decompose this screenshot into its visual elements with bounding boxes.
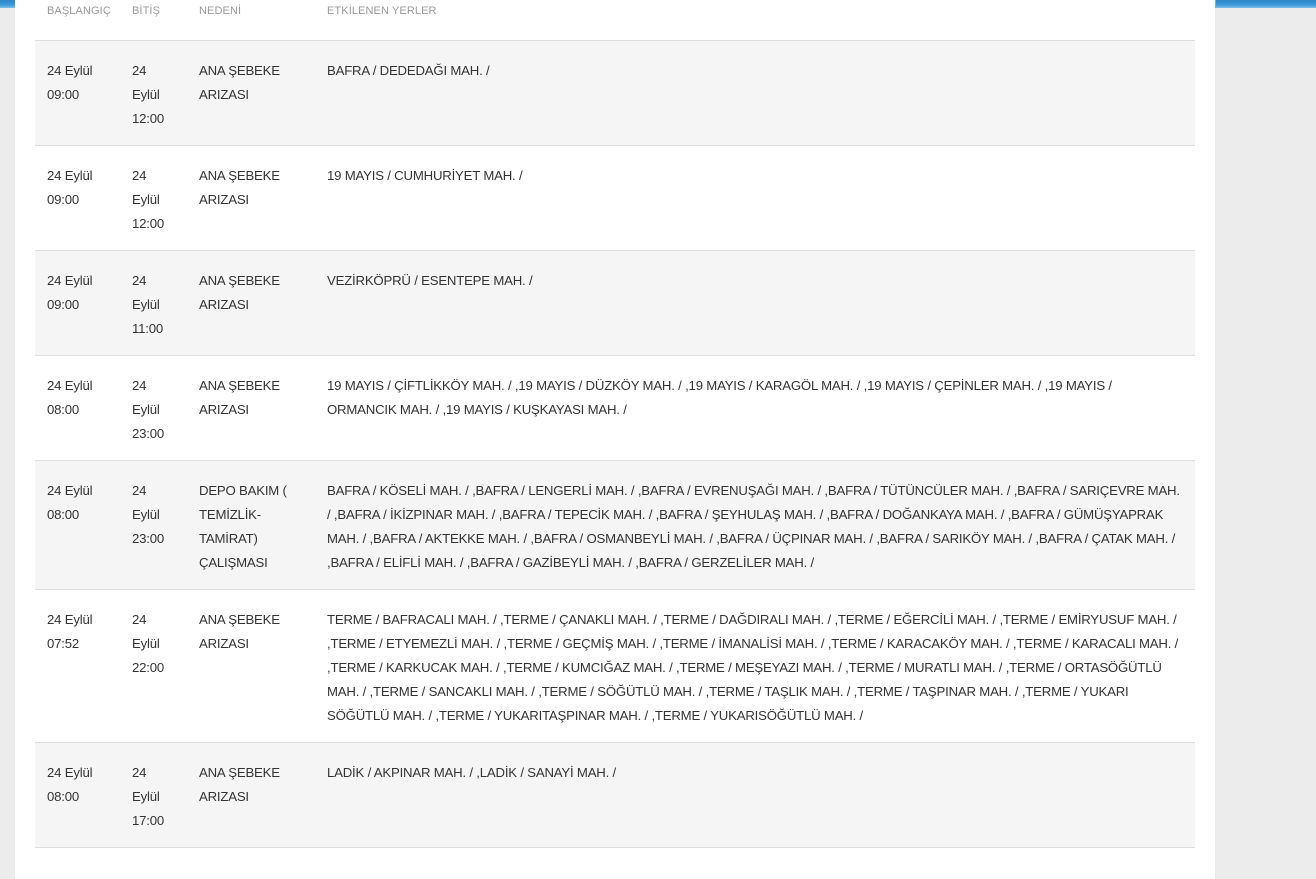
header-end: BİTİŞ [120, 0, 187, 41]
cell-places: BAFRA / DEDEDAĞI MAH. / [315, 40, 1195, 146]
cell-places: 19 MAYIS / CUMHURİYET MAH. / [315, 145, 1195, 251]
header-reason: NEDENİ [187, 0, 315, 41]
cell-reason: ANA ŞEBEKE ARIZASI [187, 145, 315, 251]
cell-places: 19 MAYIS / ÇİFTLİKKÖY MAH. / ,19 MAYIS /… [315, 355, 1195, 461]
cell-reason: DEPO BAKIM ( TEMİZLİK-TAMİRAT) ÇALIŞMASI [187, 460, 315, 590]
header-affected-places: ETKİLENEN YERLER [315, 0, 1195, 41]
cell-start: 24 Eylül 08:00 [35, 460, 120, 590]
cell-reason: ANA ŞEBEKE ARIZASI [187, 250, 315, 356]
cell-end: 24 Eylül 23:00 [120, 355, 187, 461]
cell-places: BAFRA / KÖSELİ MAH. / ,BAFRA / LENGERLİ … [315, 460, 1195, 590]
cell-end: 24 Eylül 23:00 [120, 460, 187, 590]
cell-reason: ANA ŞEBEKE ARIZASI [187, 589, 315, 743]
cell-reason: ANA ŞEBEKE ARIZASI [187, 40, 315, 146]
table-row: 24 Eylül 09:00 24 Eylül 11:00 ANA ŞEBEKE… [35, 250, 1195, 356]
cell-start: 24 Eylül 09:00 [35, 250, 120, 356]
cell-end: 24 Eylül 11:00 [120, 250, 187, 356]
outage-table: BAŞLANGIÇ BİTİŞ NEDENİ ETKİLENEN YERLER … [35, 0, 1195, 848]
table-row: 24 Eylül 09:00 24 Eylül 12:00 ANA ŞEBEKE… [35, 40, 1195, 146]
cell-places: VEZİRKÖPRÜ / ESENTEPE MAH. / [315, 250, 1195, 356]
cell-start: 24 Eylül 07:52 [35, 589, 120, 743]
cell-end: 24 Eylül 22:00 [120, 589, 187, 743]
cell-start: 24 Eylül 08:00 [35, 742, 120, 848]
table-row: 24 Eylül 08:00 24 Eylül 23:00 ANA ŞEBEKE… [35, 355, 1195, 461]
cell-places: TERME / BAFRACALI MAH. / ,TERME / ÇANAKL… [315, 589, 1195, 743]
table-row: 24 Eylül 08:00 24 Eylül 17:00 ANA ŞEBEKE… [35, 742, 1195, 848]
header-start: BAŞLANGIÇ [35, 0, 120, 41]
content-panel: BAŞLANGIÇ BİTİŞ NEDENİ ETKİLENEN YERLER … [15, 0, 1215, 879]
table-header-row: BAŞLANGIÇ BİTİŞ NEDENİ ETKİLENEN YERLER [35, 0, 1195, 41]
cell-end: 24 Eylül 12:00 [120, 145, 187, 251]
cell-start: 24 Eylül 09:00 [35, 40, 120, 146]
cell-end: 24 Eylül 17:00 [120, 742, 187, 848]
cell-places: LADİK / AKPINAR MAH. / ,LADİK / SANAYİ M… [315, 742, 1195, 848]
cell-start: 24 Eylül 09:00 [35, 145, 120, 251]
table-row: 24 Eylül 07:52 24 Eylül 22:00 ANA ŞEBEKE… [35, 589, 1195, 743]
table-row: 24 Eylül 09:00 24 Eylül 12:00 ANA ŞEBEKE… [35, 145, 1195, 251]
cell-end: 24 Eylül 12:00 [120, 40, 187, 146]
cell-reason: ANA ŞEBEKE ARIZASI [187, 742, 315, 848]
cell-start: 24 Eylül 08:00 [35, 355, 120, 461]
table-row: 24 Eylül 08:00 24 Eylül 23:00 DEPO BAKIM… [35, 460, 1195, 590]
cell-reason: ANA ŞEBEKE ARIZASI [187, 355, 315, 461]
